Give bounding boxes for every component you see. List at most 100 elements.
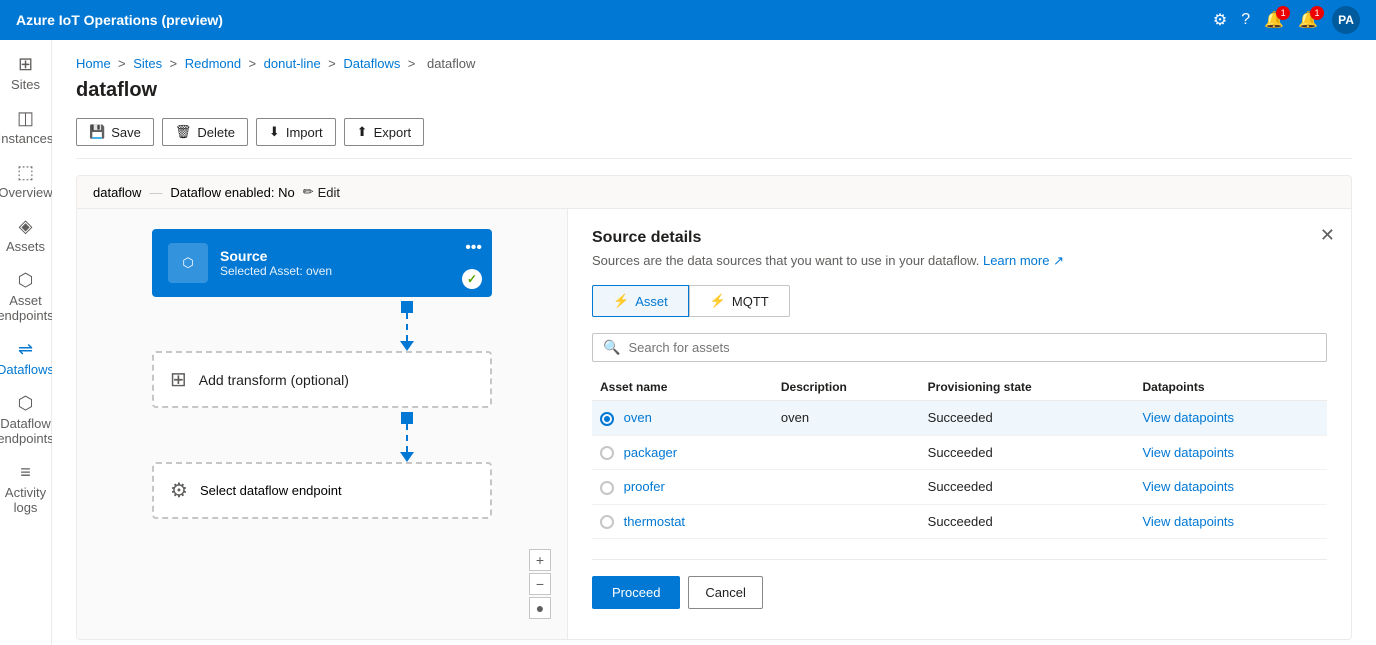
radio-1[interactable] [600,446,614,460]
source-title: Source [220,248,332,264]
sidebar-item-instances[interactable]: ◫ Instances [2,102,50,152]
panel-close-button[interactable]: ✕ [1320,225,1335,246]
view-datapoints-1[interactable]: View datapoints [1142,445,1234,460]
delete-label: Delete [197,125,235,140]
export-icon: ⬆ [357,124,368,140]
sites-icon: ⊞ [18,54,33,75]
radio-2[interactable] [600,481,614,495]
dataflows-icon: ⇌ [18,339,33,360]
col-asset-name: Asset name [592,374,773,401]
import-button[interactable]: ⬇ Import [256,118,336,146]
fit-view-button[interactable]: ● [529,597,551,619]
sidebar: ⊞ Sites ◫ Instances ⬚ Overview ◈ Assets … [0,40,52,645]
sidebar-item-assets[interactable]: ◈ Assets [2,210,50,260]
dataflow-endpoints-icon: ⬡ [18,393,34,414]
breadcrumb-donut-line[interactable]: donut-line [264,56,321,71]
sidebar-item-dataflows[interactable]: ⇌ Dataflows [2,333,50,383]
dataflow-status: Dataflow enabled: No [170,185,294,200]
cell-desc-1 [773,435,920,470]
breadcrumb-redmond[interactable]: Redmond [185,56,241,71]
avatar[interactable]: PA [1332,6,1360,34]
help-icon[interactable]: ? [1241,11,1250,29]
table-row[interactable]: proofer Succeeded View datapoints [592,470,1327,505]
cell-name-0: oven [592,401,773,436]
sidebar-item-sites-label: Sites [11,77,40,92]
view-datapoints-0[interactable]: View datapoints [1142,410,1234,425]
main-content: Home > Sites > Redmond > donut-line > Da… [52,40,1376,645]
sidebar-item-overview-label: Overview [0,185,53,200]
radio-3[interactable] [600,515,614,529]
col-description: Description [773,374,920,401]
settings-icon[interactable]: ⚙ [1213,10,1227,30]
source-card[interactable]: ⬡ Source Selected Asset: oven ••• ✓ [152,229,492,297]
sidebar-item-dataflow-endpoints[interactable]: ⬡ Dataflowendpoints [2,387,50,452]
save-button[interactable]: 💾 Save [76,118,154,146]
source-text: Source Selected Asset: oven [220,248,332,278]
sidebar-item-activity-logs[interactable]: ≡ Activitylogs [2,456,50,521]
cell-dp-3: View datapoints [1134,504,1327,539]
alerts-icon[interactable]: 🔔 1 [1298,10,1318,30]
view-datapoints-3[interactable]: View datapoints [1142,514,1234,529]
search-input[interactable] [628,340,1316,355]
table-row[interactable]: oven oven Succeeded View datapoints [592,401,1327,436]
table-row[interactable]: thermostat Succeeded View datapoints [592,504,1327,539]
source-menu-icon[interactable]: ••• [465,239,482,257]
view-datapoints-2[interactable]: View datapoints [1142,479,1234,494]
import-label: Import [286,125,323,140]
edit-label: Edit [318,185,340,200]
breadcrumb-dataflows[interactable]: Dataflows [343,56,400,71]
edit-button[interactable]: ✏ Edit [303,184,340,200]
export-label: Export [374,125,412,140]
col-provisioning: Provisioning state [920,374,1135,401]
zoom-in-button[interactable]: + [529,549,551,571]
asset-name-2[interactable]: proofer [624,479,665,494]
instances-icon: ◫ [17,108,34,129]
dataflow-header: dataflow — Dataflow enabled: No ✏ Edit [77,176,1351,209]
export-button[interactable]: ⬆ Export [344,118,424,146]
breadcrumb-dataflow: dataflow [427,56,475,71]
cell-desc-3 [773,504,920,539]
panel-footer: Proceed Cancel [592,559,1327,609]
dataflow-content: ⬡ Source Selected Asset: oven ••• ✓ [77,209,1351,639]
sidebar-item-overview[interactable]: ⬚ Overview [2,156,50,206]
transform-icon: ⊞ [170,367,187,392]
search-box: 🔍 [592,333,1327,362]
source-check-icon: ✓ [462,269,482,289]
table-row[interactable]: packager Succeeded View datapoints [592,435,1327,470]
activity-logs-icon: ≡ [20,462,31,483]
transform-card[interactable]: ⊞ Add transform (optional) [152,351,492,408]
learn-more-link[interactable]: Learn more ↗ [983,253,1064,268]
radio-0[interactable] [600,412,614,426]
topbar-actions: ⚙ ? 🔔 1 🔔 1 PA [1213,6,1360,34]
tab-asset[interactable]: ⚡ Asset [592,285,689,317]
cancel-button[interactable]: Cancel [688,576,762,609]
asset-endpoints-icon: ⬡ [18,270,34,291]
breadcrumb-sites[interactable]: Sites [133,56,162,71]
delete-button[interactable]: 🗑 Delete [162,118,248,146]
cell-state-2: Succeeded [920,470,1135,505]
tab-mqtt[interactable]: ⚡ MQTT [689,285,790,317]
source-icon-box: ⬡ [168,243,208,283]
notification-badge: 1 [1276,6,1290,20]
cell-desc-0: oven [773,401,920,436]
asset-name-3[interactable]: thermostat [624,514,685,529]
asset-name-0[interactable]: oven [624,410,652,425]
sidebar-item-sites[interactable]: ⊞ Sites [2,48,50,98]
cell-name-2: proofer [592,470,773,505]
source-tabs: ⚡ Asset ⚡ MQTT [592,285,1327,317]
cell-state-3: Succeeded [920,504,1135,539]
proceed-button[interactable]: Proceed [592,576,680,609]
page-title: dataflow [76,79,1352,102]
app-title: Azure IoT Operations (preview) [16,12,223,28]
panel-title: Source details [592,229,1327,247]
endpoint-card[interactable]: ⚙ Select dataflow endpoint [152,462,492,519]
sidebar-item-asset-endpoints[interactable]: ⬡ Assetendpoints [2,264,50,329]
notifications-bell-icon[interactable]: 🔔 1 [1264,10,1284,30]
breadcrumb-sep4: > [328,56,339,71]
import-icon: ⬇ [269,124,280,140]
breadcrumb-sep5: > [408,56,419,71]
asset-name-1[interactable]: packager [624,445,677,460]
breadcrumb-home[interactable]: Home [76,56,111,71]
sidebar-item-asset-endpoints-label: Assetendpoints [0,293,54,323]
zoom-out-button[interactable]: − [529,573,551,595]
